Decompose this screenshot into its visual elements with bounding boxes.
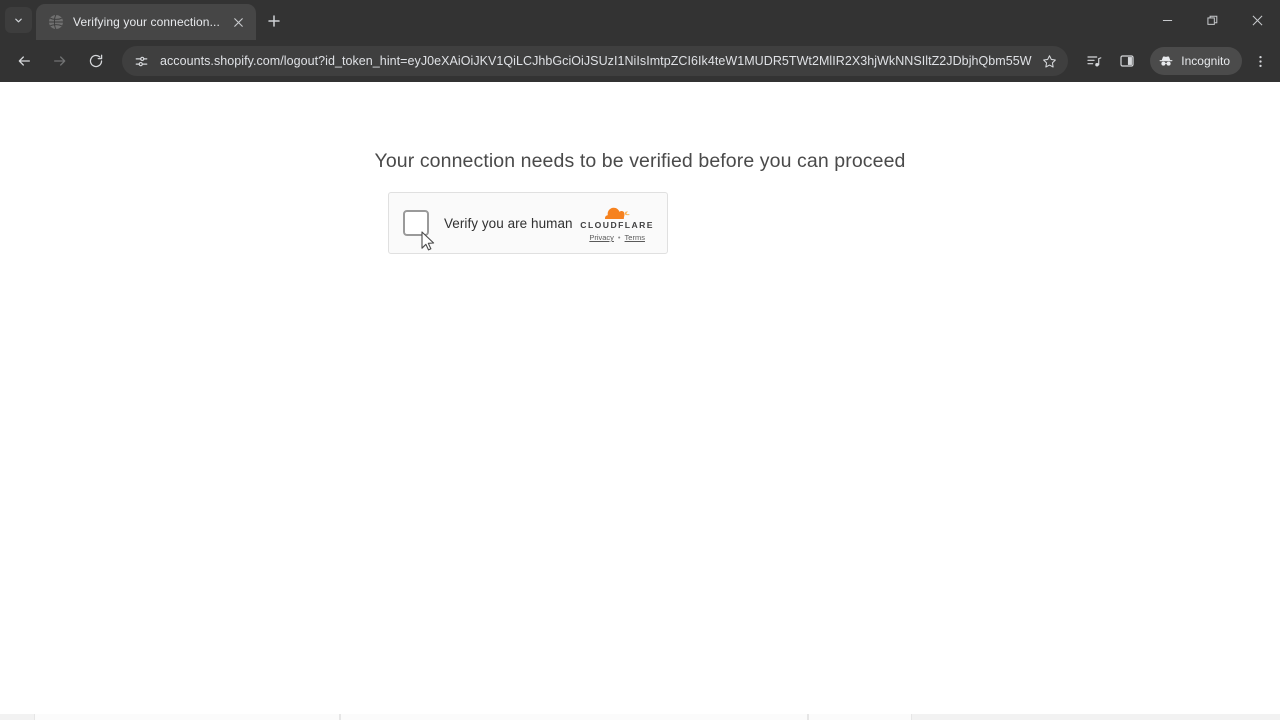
reload-button[interactable]	[82, 47, 110, 75]
close-icon	[233, 17, 243, 27]
tab-verifying-your-connection[interactable]: Verifying your connection...	[36, 4, 256, 40]
address-bar[interactable]: accounts.shopify.com/logout?id_token_hin…	[122, 46, 1069, 76]
bookmark-star-icon[interactable]	[1036, 48, 1062, 74]
browser-window: Verifying your connection... accounts.sh…	[0, 0, 1280, 720]
arrow-left-icon	[18, 56, 30, 66]
tab-search-button[interactable]	[5, 7, 32, 33]
forward-button[interactable]	[46, 47, 74, 75]
arrow-right-icon	[54, 56, 66, 66]
media-playlist-icon[interactable]	[1079, 46, 1109, 76]
incognito-label: Incognito	[1181, 54, 1230, 68]
plus-icon	[268, 15, 280, 27]
page-content: Your connection needs to be verified bef…	[0, 82, 1280, 720]
cloudflare-branding: CLOUDFLARE Privacy • Terms	[580, 204, 654, 241]
bottom-edge-segment	[808, 714, 912, 720]
incognito-spy-icon	[1159, 56, 1173, 66]
new-tab-button[interactable]	[262, 9, 286, 33]
window-close-button[interactable]	[1235, 0, 1280, 40]
address-bar-url: accounts.shopify.com/logout?id_token_hin…	[160, 54, 1033, 68]
bottom-edge-segment	[340, 714, 808, 720]
back-button[interactable]	[10, 47, 38, 75]
page-title: Your connection needs to be verified bef…	[374, 150, 906, 172]
reload-icon	[89, 54, 103, 68]
cloudflare-cloud-icon	[605, 208, 630, 220]
window-minimize-button[interactable]	[1145, 0, 1190, 40]
turnstile-legal-links: Privacy • Terms	[589, 234, 645, 242]
cloudflare-wordmark: CLOUDFLARE	[580, 220, 654, 231]
terms-link[interactable]: Terms	[625, 234, 645, 242]
chevron-down-icon	[15, 18, 22, 22]
three-dot-menu-icon[interactable]	[1246, 47, 1274, 75]
restore-icon	[1207, 15, 1218, 25]
bottom-edge	[0, 714, 1280, 720]
privacy-link[interactable]: Privacy	[589, 234, 614, 242]
tune-sliders-icon[interactable]	[130, 50, 152, 72]
window-controls	[1145, 0, 1280, 40]
browser-chrome: Verifying your connection... accounts.sh…	[0, 0, 1280, 82]
browser-toolbar: accounts.shopify.com/logout?id_token_hin…	[0, 40, 1280, 82]
cloudflare-turnstile-widget: Verify you are human CLOUDFLARE Privacy …	[388, 192, 668, 254]
close-icon	[1252, 15, 1263, 25]
tab-strip: Verifying your connection...	[0, 0, 1280, 40]
verify-human-label: Verify you are human	[444, 215, 573, 231]
tab-title: Verifying your connection...	[73, 15, 220, 29]
window-restore-button[interactable]	[1190, 0, 1235, 40]
globe-icon	[48, 14, 64, 30]
incognito-indicator[interactable]: Incognito	[1150, 47, 1242, 75]
link-separator: •	[617, 233, 621, 243]
tab-close-button[interactable]	[228, 12, 248, 32]
verify-human-checkbox[interactable]	[403, 210, 429, 236]
minimize-icon	[1162, 19, 1173, 21]
bottom-edge-segment	[34, 714, 340, 720]
side-panel-icon[interactable]	[1112, 46, 1142, 76]
